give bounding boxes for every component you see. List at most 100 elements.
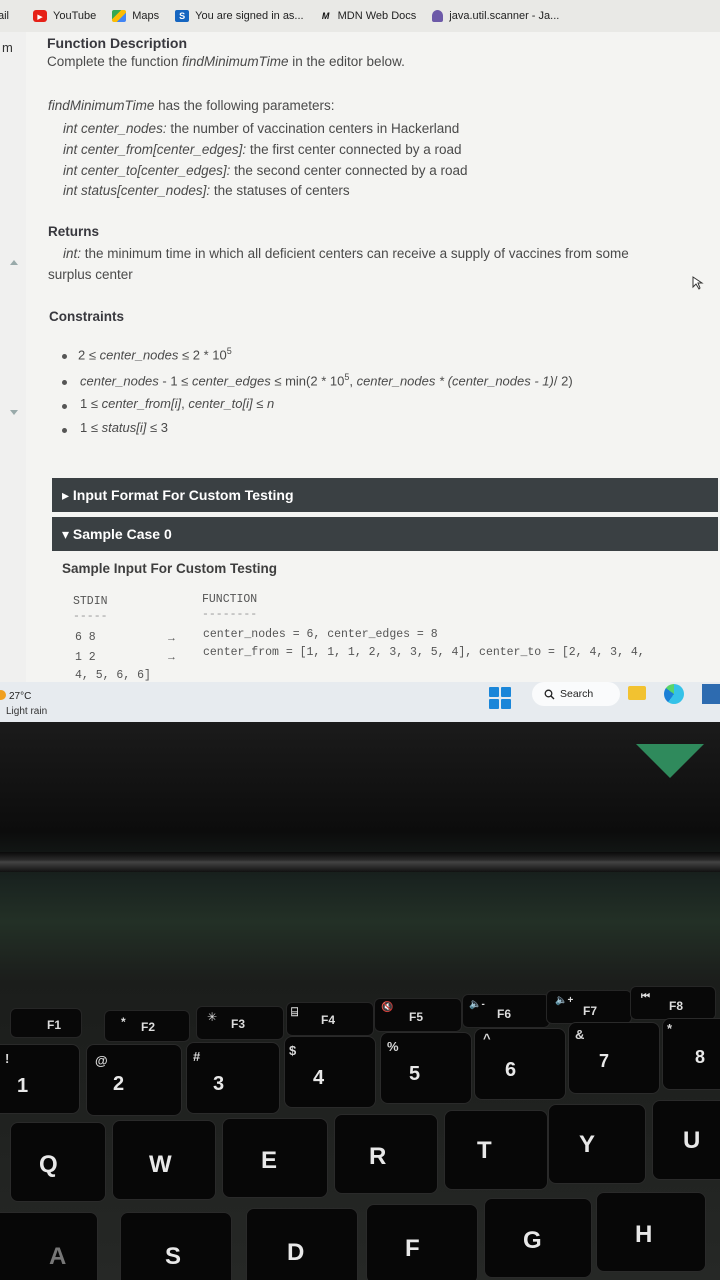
bookmark-signed-in[interactable]: S You are signed in as... [175,10,304,22]
key-w[interactable]: W [112,1120,216,1200]
collapse-up-icon[interactable] [10,260,18,265]
mdn-icon: M [321,11,330,21]
constraint-var: center_edges [191,373,271,389]
key-y[interactable]: Y [548,1104,646,1184]
intro-text-end: in the editor below. [288,54,405,69]
parameters-intro: findMinimumTime has the following parame… [48,98,335,113]
store-app-icon[interactable] [702,684,720,704]
key-8[interactable]: * 8 [662,1018,720,1090]
bookmark-youtube[interactable]: YouTube [33,10,96,22]
bookmark-maps[interactable]: Maps [112,10,159,22]
key-a[interactable]: A [0,1212,98,1280]
constraint-exponent: 5 [226,346,232,356]
windows-start-icon[interactable] [489,687,511,709]
key-shift-label: & [575,1027,585,1042]
input-format-toggle[interactable]: ▸ Input Format For Custom Testing [52,478,718,512]
key-label: E [261,1147,278,1174]
key-1[interactable]: ! 1 [0,1044,80,1114]
constraint-text: - 1 ≤ [158,373,192,389]
param-signature: int status[center_nodes]: [63,183,211,198]
key-4[interactable]: $ 4 [284,1036,376,1108]
sample-input-heading: Sample Input For Custom Testing [62,561,278,576]
key-s[interactable]: S [120,1212,232,1280]
stdin-label: STDIN [73,595,108,608]
constraint-var: center_to[i] [188,396,253,411]
keyboard-light-icon: * [121,1015,126,1029]
mouse-cursor-icon [692,276,704,290]
volume-up-icon: 🔈+ [555,995,574,1006]
key-f8[interactable]: ⏮ F8 [630,986,716,1020]
key-f[interactable]: F [366,1204,478,1280]
key-g[interactable]: G [484,1198,592,1278]
key-f5[interactable]: 🔇 F5 [374,998,462,1032]
key-label: F2 [141,1020,156,1034]
bookmark-signed-in-label: You are signed in as... [195,10,304,22]
key-3[interactable]: # 3 [186,1042,280,1114]
edge-browser-icon[interactable] [664,684,684,704]
bookmark-java-label: java.util.scanner - Ja... [449,10,560,22]
key-label: 3 [213,1073,225,1095]
key-u[interactable]: U [652,1100,720,1180]
function-description-heading: Function Description [47,35,187,51]
key-2[interactable]: @ 2 [86,1044,182,1116]
key-t[interactable]: T [444,1110,548,1190]
constraint-var: center_nodes [80,373,159,389]
key-label: 4 [313,1067,325,1089]
bookmark-mdn-label: MDN Web Docs [337,10,417,22]
function-row-1: center_nodes = 6, center_edges = 8 [203,628,438,641]
key-r[interactable]: R [334,1114,438,1194]
key-6[interactable]: ^ 6 [474,1028,566,1100]
key-label: 5 [409,1063,421,1085]
key-f1[interactable]: F1 [10,1008,82,1038]
file-explorer-icon[interactable] [628,686,646,700]
key-f3[interactable]: ✳ F3 [196,1006,284,1040]
key-label: 2 [113,1073,125,1095]
bookmark-mdn[interactable]: M MDN Web Docs [320,10,417,22]
bookmark-maps-label: Maps [132,10,160,22]
key-shift-label: % [387,1039,399,1054]
key-d[interactable]: D [246,1208,358,1280]
key-f2[interactable]: * F2 [104,1010,190,1042]
function-row-2: center_from = [1, 1, 1, 2, 3, 3, 5, 4], … [203,646,645,659]
key-label: F4 [321,1013,336,1027]
key-label: F1 [47,1018,62,1032]
constraint-4: 1 ≤ status[i] ≤ 3 [80,420,168,435]
key-label: R [369,1143,387,1170]
key-f6[interactable]: 🔈- F6 [462,994,550,1028]
search-icon [544,689,555,699]
key-h[interactable]: H [596,1192,706,1272]
mute-icon: 🔇 [381,1002,394,1013]
key-shift-label: * [667,1021,673,1036]
bookmark-java[interactable]: java.util.scanner - Ja... [432,10,559,22]
key-f4[interactable]: ⌸ F4 [286,1002,374,1036]
bookmark-mail-label: ail [0,10,10,22]
constraint-text: / 2) [553,373,573,389]
key-label: Y [579,1131,596,1158]
key-f7[interactable]: 🔈+ F7 [546,990,632,1024]
problem-page: m Function Description Complete the func… [0,32,720,682]
returns-line-1: int: the minimum time in which all defic… [63,246,629,261]
key-e[interactable]: E [222,1118,328,1198]
key-label: U [683,1127,701,1154]
key-7[interactable]: & 7 [568,1022,660,1094]
constraint-text: 1 ≤ [80,396,102,411]
key-shift-label: ! [5,1051,10,1066]
function-label: FUNCTION [202,593,258,606]
collapse-down-icon[interactable] [10,410,18,415]
taskbar: 27°C Light rain Search [0,682,720,722]
key-q[interactable]: Q [10,1122,106,1202]
key-5[interactable]: % 5 [380,1032,472,1104]
param-description: the statuses of centers [210,183,350,198]
sample-case-toggle[interactable]: ▾ Sample Case 0 [52,517,718,551]
param-center-to: int center_to[center_edges]: the second … [63,163,468,178]
key-shift-label: $ [289,1043,297,1058]
search-label: Search [560,688,594,700]
constraint-text: ≤ [252,396,267,411]
taskbar-search[interactable]: Search [532,682,620,706]
param-center-nodes: int center_nodes: the number of vaccinat… [63,121,459,136]
constraint-text: ≤ 3 [146,420,168,435]
arrow-icon: → [166,651,177,663]
bookmark-mail[interactable]: ail [0,10,9,22]
temperature: 27°C [9,691,32,702]
constraint-text: ≤ min(2 * 10 [270,373,345,389]
